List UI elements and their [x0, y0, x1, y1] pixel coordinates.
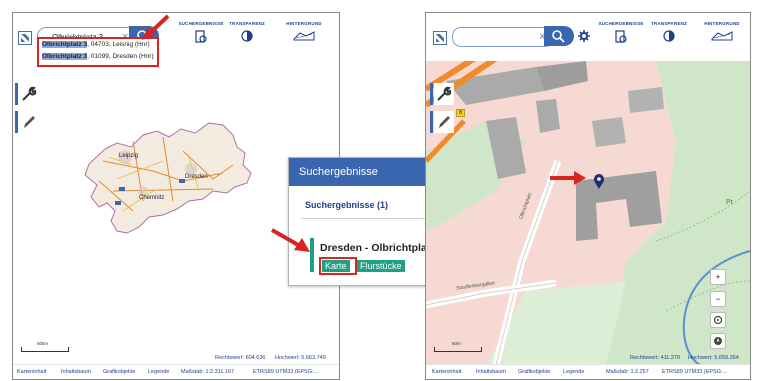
bottom-legende[interactable]: Legende: [563, 369, 584, 375]
tab-hintergrund[interactable]: HINTERGRUND: [696, 21, 748, 42]
suggestion-highlight: Olbrichtplatz 3: [42, 53, 88, 60]
side-accent-bar: [15, 111, 18, 133]
side-accent-bar: [430, 83, 433, 105]
side-accent-bar: [430, 111, 433, 133]
map-label-chemnitz: Chemnitz: [139, 195, 165, 201]
suggestion-item[interactable]: Olbrichtplatz 3, 01099, Dresden (Hnr): [42, 53, 154, 60]
search-box: ×: [452, 27, 554, 47]
tab-transparenz-label: TRANSPARENZ: [229, 21, 265, 26]
map-label-dresden: Dresden: [185, 174, 208, 180]
bottom-karteninhalt[interactable]: Karteninhalt: [432, 369, 461, 375]
compass-button[interactable]: [710, 333, 726, 349]
tab-transparenz[interactable]: TRANSPARENZ: [648, 21, 690, 42]
search-results-icon: [615, 30, 627, 43]
zoom-out-button[interactable]: −: [710, 291, 726, 307]
suggestion-item[interactable]: Olbrichtplatz 3, 04703, Leisnig (Hnr): [42, 41, 150, 48]
side-accent-bar: [15, 83, 18, 105]
zoom-in-button[interactable]: +: [710, 269, 726, 285]
compass-icon: [714, 337, 722, 345]
wrench-icon: [22, 86, 37, 101]
draw-button[interactable]: [430, 111, 454, 133]
bottom-bar: Karteninhalt Inhaltsbaum Grafikobjekte L…: [426, 364, 750, 379]
road-badge: B: [456, 109, 466, 117]
bottom-grafikobjekte[interactable]: Grafikobjekte: [518, 369, 550, 375]
bottom-karteninhalt[interactable]: Karteninhalt: [17, 369, 46, 375]
suggestion-rest: , 01099, Dresden (Hnr): [87, 53, 154, 60]
tools-button[interactable]: [430, 83, 454, 105]
pencil-icon: [24, 116, 35, 128]
map-canvas[interactable]: B Olbrichtplatz Stauffenbergallee Pr: [426, 48, 750, 366]
scale-label: 60m: [452, 341, 461, 346]
scale-bar: [21, 347, 69, 352]
karte-highlight-box: [319, 257, 357, 275]
tab-suchergebnisse-label: SUCHERGEBNISSE: [598, 21, 644, 26]
wrench-icon: [437, 86, 452, 101]
tab-transparenz-label: TRANSPARENZ: [651, 21, 687, 26]
bottom-grafikobjekte[interactable]: Grafikobjekte: [103, 369, 135, 375]
results-count[interactable]: Suchergebnisse (1): [305, 200, 388, 210]
map-toolbar: × SUCHERGEBNISSE TRANSPARENZ HINTERGRUND: [426, 13, 750, 61]
red-arrow-icon: [271, 228, 310, 252]
street-label-pr: Pr: [726, 199, 733, 206]
bottom-inhaltsbaum[interactable]: Inhaltsbaum: [61, 369, 91, 375]
bottom-massstab[interactable]: Maßstab: 1:2.257: [606, 369, 649, 375]
bottom-bar: Karteninhalt Inhaltsbaum Grafikobjekte L…: [13, 364, 339, 379]
bottom-legende[interactable]: Legende: [148, 369, 169, 375]
right-map-panel: B Olbrichtplatz Stauffenbergallee Pr × S…: [425, 12, 751, 380]
bottom-massstab[interactable]: Maßstab: 1:2.311.167: [181, 369, 234, 375]
search-icon: [552, 30, 565, 43]
layers-icon[interactable]: [18, 31, 32, 45]
tab-suchergebnisse[interactable]: SUCHERGEBNISSE: [178, 21, 224, 44]
tab-suchergebnisse-label: SUCHERGEBNISSE: [178, 21, 224, 26]
draw-button[interactable]: [15, 111, 39, 133]
tab-suchergebnisse[interactable]: SUCHERGEBNISSE: [598, 21, 644, 44]
search-button[interactable]: [544, 26, 574, 46]
pencil-icon: [439, 116, 450, 128]
coord-rechtswert: Rechtswert: 411.270: [630, 355, 681, 361]
flurstuecke-button[interactable]: Flurstücke: [357, 260, 405, 272]
search-results-icon: [195, 30, 207, 43]
scale-label: 60km: [37, 341, 49, 346]
search-input[interactable]: [465, 29, 539, 46]
red-arrow-icon: [142, 14, 170, 40]
bottom-crs[interactable]: ETRS89 UTM33 (EPSG:...: [662, 369, 727, 375]
street-map: [426, 48, 750, 366]
tab-hintergrund-label: HINTERGRUND: [286, 21, 322, 26]
background-icon: [293, 31, 315, 41]
bottom-crs[interactable]: ETRS89 UTM33 (EPSG:...: [253, 369, 318, 375]
location-pin-icon: [594, 174, 604, 189]
coord-hochwert: Hochwert: 5.659.264: [688, 355, 739, 361]
location-button[interactable]: [710, 312, 726, 328]
tab-hintergrund[interactable]: HINTERGRUND: [278, 21, 330, 42]
coord-rechtswert: Rechtswert: 604.636: [215, 355, 266, 361]
map-label-leipzig: Leipzig: [119, 153, 139, 159]
target-icon: [713, 315, 723, 325]
bottom-inhaltsbaum[interactable]: Inhaltsbaum: [476, 369, 506, 375]
red-arrow-icon: [550, 171, 586, 185]
tools-button[interactable]: [15, 83, 39, 105]
layers-icon[interactable]: [433, 31, 447, 45]
tab-hintergrund-label: HINTERGRUND: [704, 21, 740, 26]
tab-transparenz[interactable]: TRANSPARENZ: [226, 21, 268, 42]
scale-bar: [434, 347, 482, 352]
suggestion-highlight: Olbrichtplatz 3: [42, 41, 88, 48]
gear-icon[interactable]: [578, 30, 590, 42]
background-icon: [711, 31, 733, 41]
transparency-icon: [241, 30, 253, 42]
coord-hochwert: Hochwert: 5.663.749: [275, 355, 326, 361]
transparency-icon: [663, 30, 675, 42]
